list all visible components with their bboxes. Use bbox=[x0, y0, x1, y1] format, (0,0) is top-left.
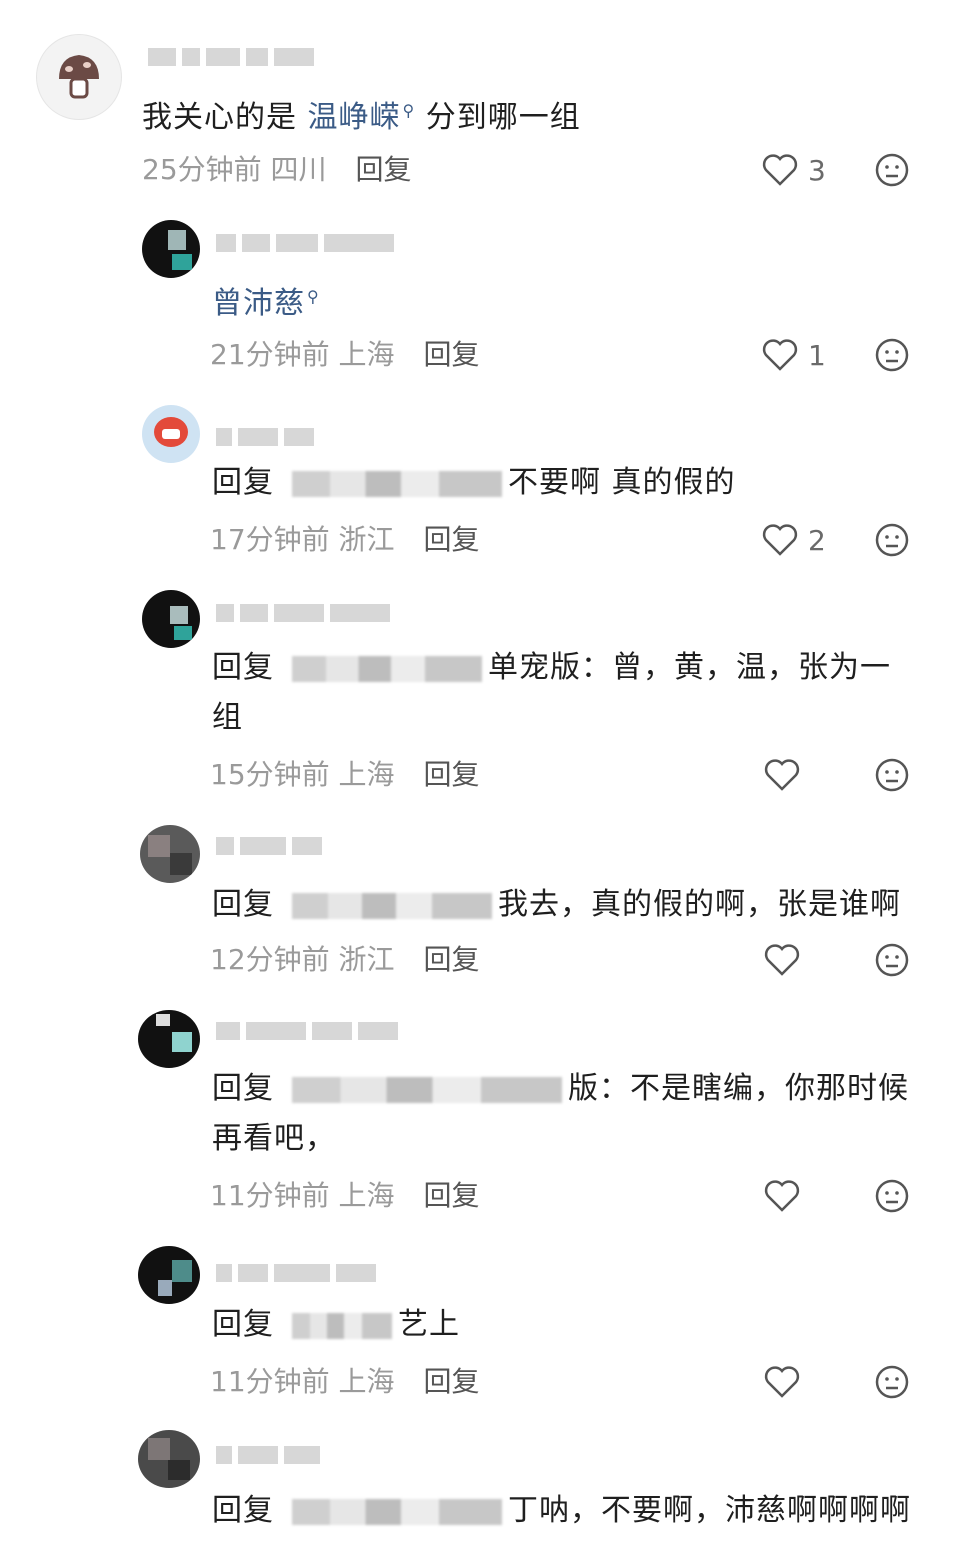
username-blurred[interactable] bbox=[216, 230, 394, 256]
comment-meta: 12分钟前 浙江 回复 bbox=[210, 943, 480, 976]
avatar[interactable] bbox=[142, 405, 200, 463]
mention-blurred[interactable] bbox=[292, 1312, 392, 1339]
like-button[interactable] bbox=[764, 1176, 800, 1216]
avatar[interactable] bbox=[138, 1010, 200, 1068]
like-button[interactable] bbox=[764, 755, 800, 795]
comment-meta: 21分钟前 上海 回复 bbox=[210, 338, 480, 371]
like-button[interactable]: 2 bbox=[762, 520, 826, 560]
reply-button[interactable]: 回复 bbox=[423, 523, 479, 556]
avatar[interactable] bbox=[140, 825, 200, 883]
avatar[interactable] bbox=[36, 34, 122, 120]
comment-text: 回复 我去，真的假的啊，张是谁啊 bbox=[212, 887, 901, 922]
comment-text: 曾沛慈 ⚲ bbox=[212, 272, 320, 329]
mention-blurred[interactable] bbox=[292, 470, 502, 497]
dislike-face-icon[interactable] bbox=[874, 1178, 910, 1214]
mention-blurred[interactable] bbox=[292, 1076, 562, 1103]
comment-meta: 11分钟前 上海 回复 bbox=[210, 1365, 480, 1398]
username-blurred[interactable] bbox=[216, 1018, 398, 1044]
username-blurred[interactable] bbox=[216, 600, 390, 626]
reply-button[interactable]: 回复 bbox=[423, 758, 479, 791]
heart-icon bbox=[762, 339, 798, 371]
username-blurred[interactable] bbox=[216, 1260, 376, 1286]
keyword-link[interactable]: 曾沛慈 bbox=[212, 286, 305, 321]
comment-meta: 17分钟前 浙江 回复 bbox=[210, 523, 480, 556]
comment-meta: 15分钟前 上海 回复 bbox=[210, 758, 480, 791]
comment-text: 回复 版：不是瞎编，你那时候 再看吧， bbox=[212, 1071, 909, 1156]
heart-icon bbox=[764, 944, 800, 976]
heart-icon bbox=[764, 1366, 800, 1398]
heart-icon bbox=[762, 154, 798, 186]
heart-icon bbox=[764, 1180, 800, 1212]
comment-meta: 11分钟前 上海 回复 bbox=[210, 1179, 480, 1212]
reply-button[interactable]: 回复 bbox=[355, 153, 411, 186]
comment-text: 我关心的是 温峥嵘 ⚲ 分到哪一组 bbox=[142, 100, 581, 135]
heart-icon bbox=[764, 759, 800, 791]
dislike-face-icon[interactable] bbox=[874, 522, 910, 558]
like-button[interactable] bbox=[764, 940, 800, 980]
avatar[interactable] bbox=[142, 220, 200, 278]
username-blurred[interactable] bbox=[216, 833, 322, 859]
comment-meta: 25分钟前 四川 回复 bbox=[142, 153, 412, 186]
reply-button[interactable]: 回复 bbox=[423, 1179, 479, 1212]
dislike-face-icon[interactable] bbox=[874, 152, 910, 188]
keyword-link[interactable]: 温峥嵘 bbox=[308, 100, 401, 135]
avatar[interactable] bbox=[142, 590, 200, 648]
avatar[interactable] bbox=[138, 1246, 200, 1304]
heart-icon bbox=[762, 524, 798, 556]
dislike-face-icon[interactable] bbox=[874, 942, 910, 978]
search-icon[interactable]: ⚲ bbox=[307, 287, 320, 306]
username-blurred[interactable] bbox=[148, 44, 314, 70]
search-icon[interactable]: ⚲ bbox=[403, 101, 416, 120]
avatar[interactable] bbox=[138, 1430, 200, 1488]
comment-text: 回复 丁呐，不要啊，沛慈啊啊啊啊 bbox=[212, 1493, 911, 1528]
reply-button[interactable]: 回复 bbox=[423, 1365, 479, 1398]
comment-text: 回复 艺上 bbox=[212, 1307, 460, 1342]
comment-text: 回复 单宠版：曾，黄，温，张为一 组 bbox=[212, 650, 891, 735]
mention-blurred[interactable] bbox=[292, 1498, 502, 1525]
like-button[interactable]: 1 bbox=[762, 335, 826, 375]
dislike-face-icon[interactable] bbox=[874, 1364, 910, 1400]
mushroom-icon bbox=[59, 55, 99, 99]
mention-blurred[interactable] bbox=[292, 655, 482, 682]
reply-button[interactable]: 回复 bbox=[423, 943, 479, 976]
reply-button[interactable]: 回复 bbox=[423, 338, 479, 371]
dislike-face-icon[interactable] bbox=[874, 757, 910, 793]
dislike-face-icon[interactable] bbox=[874, 337, 910, 373]
username-blurred[interactable] bbox=[216, 424, 314, 450]
username-blurred[interactable] bbox=[216, 1442, 320, 1468]
mention-blurred[interactable] bbox=[292, 892, 492, 919]
like-button[interactable] bbox=[764, 1362, 800, 1402]
like-button[interactable]: 3 bbox=[762, 150, 826, 190]
comment-text: 回复 不要啊 真的假的 bbox=[212, 465, 736, 500]
